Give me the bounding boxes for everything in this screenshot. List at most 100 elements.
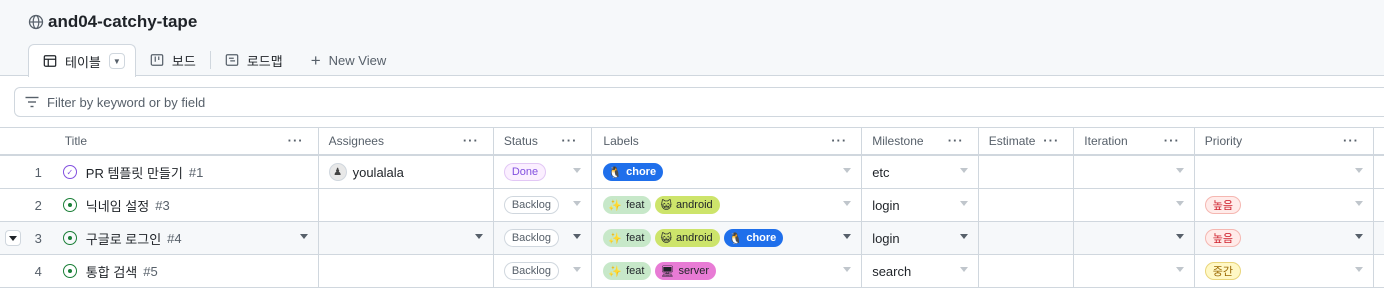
priority-cell[interactable] bbox=[1195, 156, 1374, 188]
row-number: 3 bbox=[34, 230, 42, 246]
chevron-down-icon[interactable] bbox=[1175, 234, 1184, 239]
column-menu-icon[interactable]: ··· bbox=[561, 133, 577, 148]
table-row[interactable]: 3 구글로 로그인 #4 Backlog ✨ feat 😺 android 🐧 cho… bbox=[0, 222, 1384, 255]
priority-cell[interactable]: 중간 bbox=[1195, 255, 1374, 287]
column-menu-icon[interactable]: ··· bbox=[463, 133, 479, 148]
issue-open-icon bbox=[62, 198, 77, 212]
status-cell[interactable]: Backlog bbox=[494, 255, 593, 287]
estimate-cell[interactable] bbox=[979, 222, 1075, 254]
column-menu-icon[interactable]: ··· bbox=[1343, 133, 1359, 148]
issue-title[interactable]: 통합 검색 bbox=[86, 262, 137, 281]
title-cell[interactable]: 닉네임 설정 #3 bbox=[55, 189, 319, 221]
chevron-down-icon[interactable] bbox=[843, 201, 852, 206]
milestone-value: etc bbox=[872, 164, 890, 180]
chevron-down-icon[interactable] bbox=[959, 168, 968, 173]
filter-input[interactable]: Filter by keyword or by field bbox=[14, 87, 1384, 117]
column-menu-icon[interactable]: ··· bbox=[948, 133, 964, 148]
chevron-down-icon[interactable] bbox=[959, 267, 968, 272]
chevron-down-icon[interactable] bbox=[1354, 267, 1363, 272]
column-label: Labels bbox=[603, 134, 639, 148]
chevron-down-icon[interactable] bbox=[959, 201, 968, 206]
column-header-title[interactable]: Title ··· bbox=[55, 128, 319, 154]
milestone-cell[interactable]: search bbox=[862, 255, 979, 287]
assignees-cell[interactable]: ♟ youlalala bbox=[319, 156, 494, 188]
avatar: ♟ bbox=[328, 163, 347, 181]
column-label: Milestone bbox=[872, 134, 924, 148]
column-header-estimate[interactable]: Estimate ··· bbox=[979, 128, 1075, 154]
column-header-labels[interactable]: Labels ··· bbox=[592, 128, 863, 154]
status-cell[interactable]: Backlog bbox=[494, 189, 593, 221]
chevron-down-icon[interactable] bbox=[573, 201, 582, 206]
column-header-assignees[interactable]: Assignees ··· bbox=[319, 128, 494, 154]
column-header-iteration[interactable]: Iteration ··· bbox=[1074, 128, 1195, 154]
status-badge: Backlog bbox=[503, 262, 559, 280]
tab-table[interactable]: 테이블 ▼ bbox=[28, 44, 136, 77]
issue-title[interactable]: PR 템플릿 만들기 bbox=[86, 163, 183, 182]
column-header-status[interactable]: Status ··· bbox=[494, 128, 593, 154]
chevron-down-icon[interactable] bbox=[573, 267, 582, 272]
chevron-down-icon[interactable] bbox=[843, 168, 852, 173]
chevron-down-icon[interactable] bbox=[1354, 168, 1363, 173]
chevron-down-icon[interactable] bbox=[1175, 201, 1184, 206]
iteration-cell[interactable] bbox=[1074, 255, 1195, 287]
labels-cell[interactable]: ✨ feat 😺 android bbox=[592, 189, 863, 221]
column-label: Assignees bbox=[328, 134, 384, 148]
iteration-cell[interactable] bbox=[1074, 156, 1195, 188]
chevron-down-icon[interactable] bbox=[299, 234, 308, 239]
column-menu-icon[interactable]: ··· bbox=[831, 133, 847, 148]
project-title-row: and04-catchy-tape bbox=[28, 12, 197, 32]
table-row[interactable]: 2 닉네임 설정 #3 Backlog ✨ feat 😺 android login… bbox=[0, 189, 1384, 222]
labels-cell[interactable]: ✨ feat 😺 android 🐧 chore bbox=[592, 222, 863, 254]
milestone-cell[interactable]: etc bbox=[862, 156, 979, 188]
priority-badge: 중간 bbox=[1204, 262, 1242, 280]
title-cell[interactable]: 구글로 로그인 #4 bbox=[55, 222, 319, 254]
chevron-down-icon[interactable] bbox=[959, 234, 968, 239]
iteration-cell[interactable] bbox=[1074, 189, 1195, 221]
column-menu-icon[interactable]: ··· bbox=[1043, 133, 1059, 148]
label-text: chore bbox=[626, 166, 657, 178]
assignees-cell[interactable] bbox=[319, 222, 494, 254]
penguin-icon: 🐧 bbox=[608, 166, 623, 179]
chevron-down-icon[interactable] bbox=[573, 234, 582, 239]
assignees-cell[interactable] bbox=[319, 255, 494, 287]
column-menu-icon[interactable]: ··· bbox=[288, 133, 304, 148]
chevron-down-icon[interactable] bbox=[1175, 168, 1184, 173]
title-cell[interactable]: ✓ PR 템플릿 만들기 #1 bbox=[55, 156, 319, 188]
column-header-milestone[interactable]: Milestone ··· bbox=[862, 128, 979, 154]
tab-table-label: 테이블 bbox=[65, 54, 101, 70]
iteration-cell[interactable] bbox=[1074, 222, 1195, 254]
priority-cell[interactable]: 높음 bbox=[1195, 222, 1374, 254]
chevron-down-icon[interactable] bbox=[843, 267, 852, 272]
table-row[interactable]: 1 ✓ PR 템플릿 만들기 #1 ♟ youlalala Done 🐧 chor… bbox=[0, 156, 1384, 189]
labels-cell[interactable]: ✨ feat 🖥 server bbox=[592, 255, 863, 287]
column-menu-icon[interactable]: ··· bbox=[1164, 133, 1180, 148]
chevron-down-icon[interactable] bbox=[1354, 201, 1363, 206]
tab-options-button[interactable]: ▼ bbox=[108, 53, 125, 69]
tab-roadmap[interactable]: 로드맵 bbox=[211, 44, 297, 76]
milestone-cell[interactable]: login bbox=[862, 189, 979, 221]
assignees-cell[interactable] bbox=[319, 189, 494, 221]
chevron-down-icon[interactable] bbox=[1354, 234, 1363, 239]
new-view-button[interactable]: + New View bbox=[297, 44, 401, 76]
estimate-cell[interactable] bbox=[979, 255, 1075, 287]
tab-board[interactable]: 보드 bbox=[136, 44, 210, 76]
milestone-cell[interactable]: login bbox=[862, 222, 979, 254]
column-label: Status bbox=[503, 134, 538, 148]
priority-cell[interactable]: 높음 bbox=[1195, 189, 1374, 221]
status-cell[interactable]: Backlog bbox=[494, 222, 593, 254]
chevron-down-icon[interactable] bbox=[1175, 267, 1184, 272]
status-cell[interactable]: Done bbox=[494, 156, 593, 188]
title-cell[interactable]: 통합 검색 #5 bbox=[55, 255, 319, 287]
estimate-cell[interactable] bbox=[979, 156, 1075, 188]
column-header-priority[interactable]: Priority ··· bbox=[1195, 128, 1374, 154]
chevron-down-icon[interactable] bbox=[474, 234, 483, 239]
chevron-down-icon[interactable] bbox=[843, 234, 852, 239]
labels-cell[interactable]: 🐧 chore bbox=[592, 156, 863, 188]
issue-title[interactable]: 구글로 로그인 bbox=[86, 229, 161, 248]
issue-title[interactable]: 닉네임 설정 bbox=[86, 196, 149, 215]
project-header: and04-catchy-tape 테이블 ▼ 보드 로드맵 + New Vie… bbox=[0, 0, 1384, 77]
table-row[interactable]: 4 통합 검색 #5 Backlog ✨ feat 🖥 server search … bbox=[0, 255, 1384, 288]
chevron-down-icon[interactable] bbox=[573, 168, 582, 173]
estimate-cell[interactable] bbox=[979, 189, 1075, 221]
label-text: chore bbox=[746, 232, 777, 244]
